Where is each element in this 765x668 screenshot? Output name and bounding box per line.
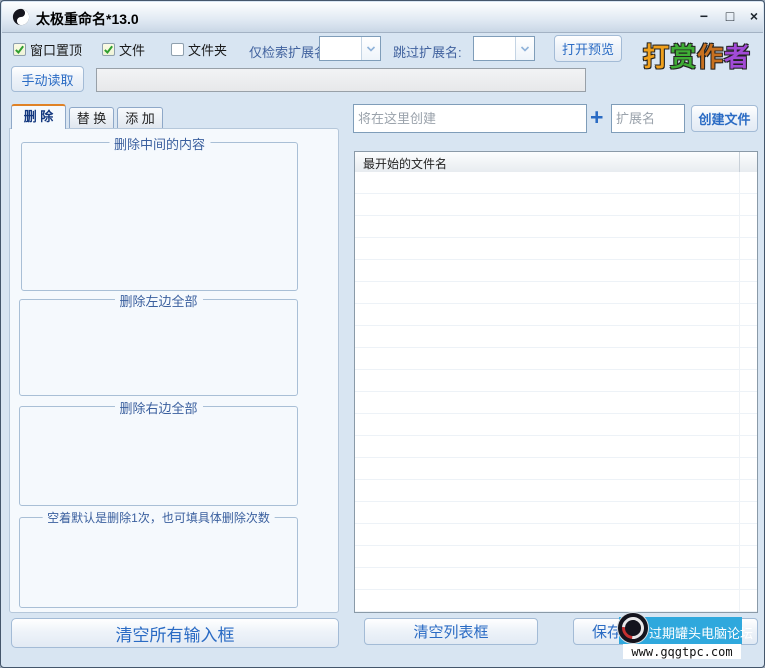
maximize-button[interactable]: □ (720, 6, 740, 26)
app-window: 太极重命名*13.0 − □ × 窗口置顶 文件 文件夹 仅检索扩展名: 跳过扩… (0, 0, 765, 668)
donate-char: 赏 (670, 37, 696, 74)
chevron-down-icon[interactable] (515, 37, 534, 60)
clear-all-inputs-button[interactable]: 清空所有输入框 (11, 618, 339, 648)
watermark-url: www.gqgtpc.com (623, 644, 741, 659)
logo-core (630, 625, 638, 633)
check-icon (103, 44, 114, 55)
manual-read-button[interactable]: 手动读取 (11, 66, 84, 92)
group-title: 空着默认是删除1次，也可填具体删除次数 (42, 509, 275, 526)
create-file-button[interactable]: 创建文件 (691, 105, 758, 132)
group-title: 删除右边全部 (114, 398, 202, 417)
tab-delete[interactable]: 删 除 (11, 104, 66, 129)
checkbox-files[interactable]: 文件 (102, 40, 145, 59)
checkbox-box (102, 43, 115, 56)
tab-replace[interactable]: 替 换 (69, 107, 114, 129)
close-button[interactable]: × (744, 6, 764, 26)
group-delete-middle: 删除中间的内容 (21, 142, 298, 291)
group-delete-right: 删除右边全部 (19, 406, 298, 506)
checkbox-label: 文件 (119, 40, 145, 59)
group-delete-left: 删除左边全部 (19, 299, 298, 396)
open-preview-button[interactable]: 打开预览 (554, 35, 622, 62)
create-name-input[interactable] (353, 104, 587, 133)
chevron-down-icon[interactable] (361, 37, 380, 60)
title-bar: 太极重命名*13.0 − □ × (2, 2, 763, 33)
column-line (739, 172, 740, 612)
group-title: 删除中间的内容 (109, 134, 210, 153)
skip-ext-combobox[interactable] (473, 36, 535, 61)
list-body[interactable] (355, 172, 757, 612)
checkbox-label: 文件夹 (188, 40, 227, 59)
extension-input[interactable] (611, 104, 685, 133)
donate-char: 作 (697, 37, 723, 74)
gqgtpc-logo-icon (617, 612, 649, 644)
checkbox-box (13, 43, 26, 56)
taiji-app-icon (12, 8, 30, 29)
plus-icon: + (590, 104, 603, 130)
manual-path-field[interactable] (96, 68, 586, 92)
minimize-button[interactable]: − (694, 6, 714, 26)
check-icon (14, 44, 25, 55)
only-ext-combobox[interactable] (319, 36, 381, 61)
column-separator (739, 152, 740, 172)
checkbox-box (171, 43, 184, 56)
checkbox-label: 窗口置顶 (30, 40, 82, 59)
checkbox-folders[interactable]: 文件夹 (171, 40, 227, 59)
column-header-label: 最开始的文件名 (363, 155, 447, 172)
file-list[interactable]: 最开始的文件名 (354, 151, 758, 613)
watermark-site-name: 过期罐头电脑论坛 (649, 623, 753, 642)
group-delete-times: 空着默认是删除1次，也可填具体删除次数 (19, 517, 298, 608)
skip-ext-label: 跳过扩展名: (393, 42, 462, 61)
donate-char: 者 (724, 37, 750, 74)
list-column-header[interactable]: 最开始的文件名 (355, 152, 757, 173)
donate-char: 打 (643, 37, 669, 74)
group-title: 删除左边全部 (114, 291, 202, 310)
tab-add[interactable]: 添 加 (117, 107, 163, 129)
window-title: 太极重命名*13.0 (36, 9, 139, 29)
checkbox-window-on-top[interactable]: 窗口置顶 (13, 40, 82, 59)
clear-list-button[interactable]: 清空列表框 (364, 618, 538, 645)
donate-author-logo: 打 赏 作 者 (643, 37, 750, 74)
